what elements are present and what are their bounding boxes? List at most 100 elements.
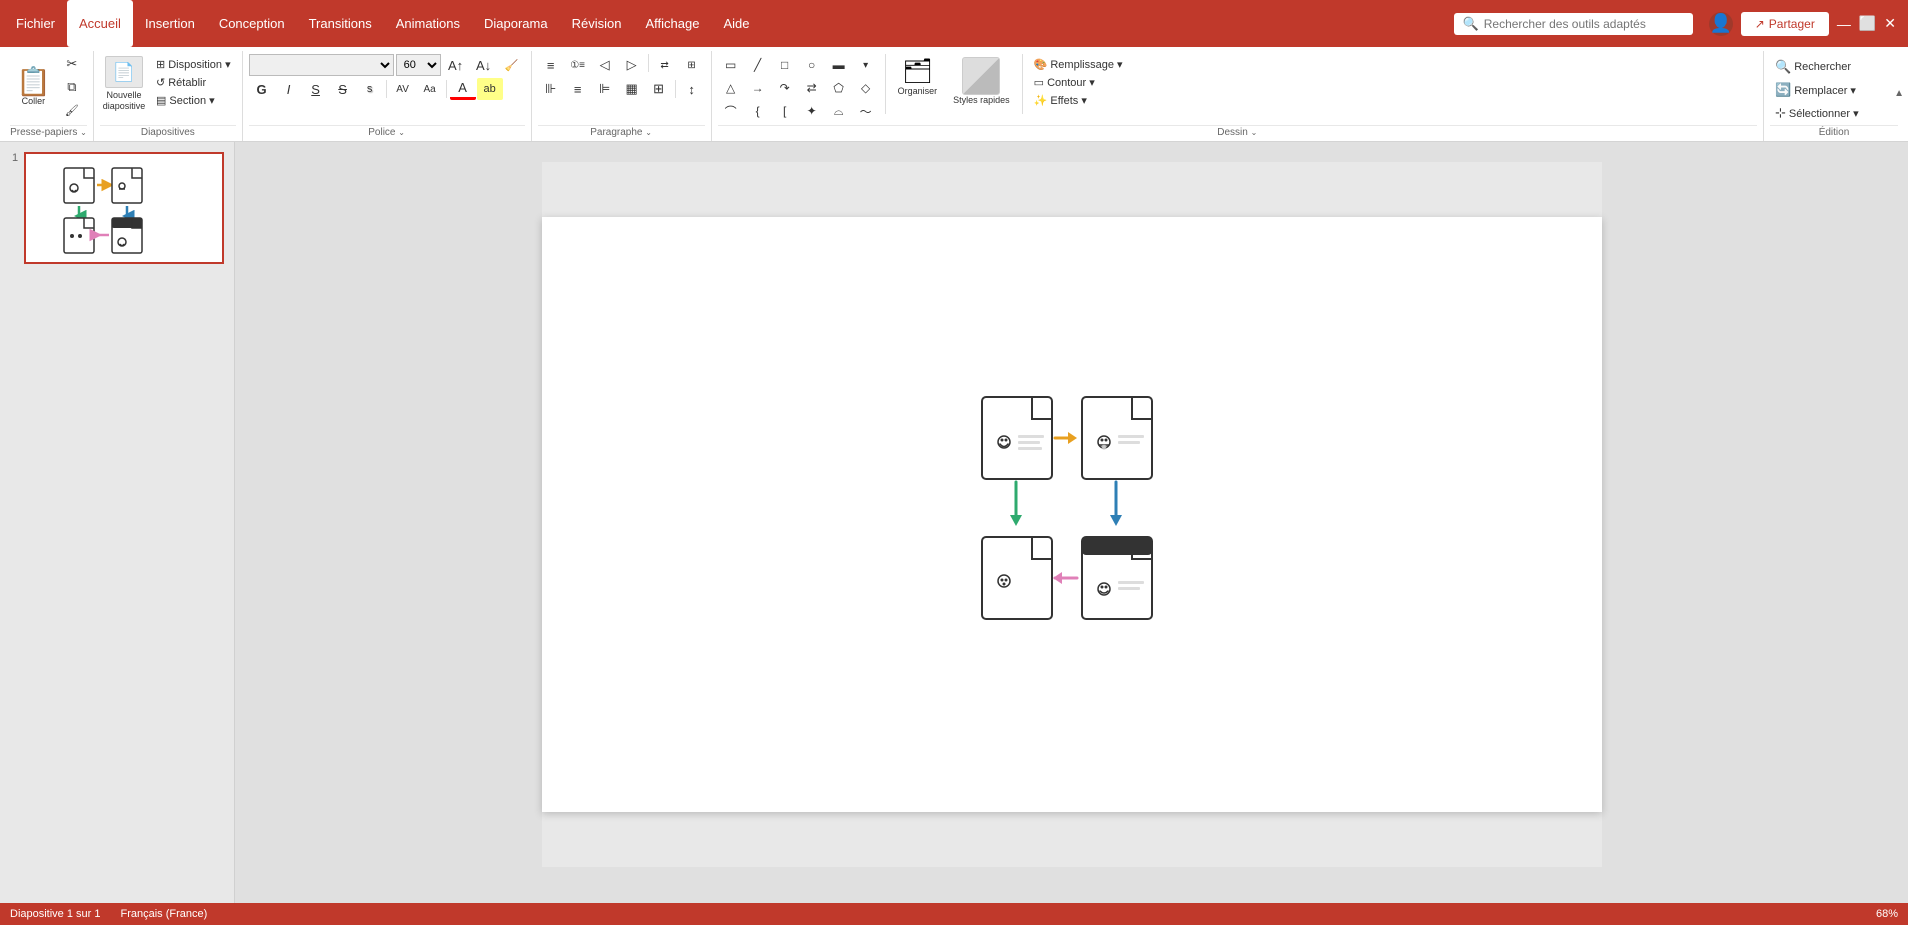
menu-affichage[interactable]: Affichage — [633, 0, 711, 47]
retablir-button[interactable]: ↺ Rétablir — [151, 74, 236, 91]
menu-transitions[interactable]: Transitions — [297, 0, 384, 47]
more-shapes-button[interactable]: ▾ — [853, 54, 879, 76]
bullet-list-button[interactable]: ≡ — [538, 54, 564, 76]
ellipse-button[interactable]: ○ — [799, 54, 825, 76]
smart-justify-button[interactable]: ⊞ — [646, 78, 672, 100]
contour-button[interactable]: ▭ Contour ▾ — [1029, 74, 1128, 91]
arrow-button[interactable]: → — [745, 77, 771, 99]
menu-insertion[interactable]: Insertion — [133, 0, 207, 47]
menu-diaporama[interactable]: Diaporama — [472, 0, 560, 47]
selectionner-button[interactable]: ⊹ Sélectionner ▾ — [1770, 103, 1898, 123]
share-icon: ↗ — [1755, 17, 1765, 31]
disposition-button[interactable]: ⊞ Disposition ▾ — [151, 56, 236, 73]
numbered-list-button[interactable]: ①≡ — [565, 54, 591, 76]
styles-rapides-button[interactable]: Styles rapides — [947, 54, 1016, 109]
coller-button[interactable]: 📋 Coller — [10, 65, 57, 109]
remplacer-button[interactable]: 🔄 Remplacer ▾ — [1770, 80, 1898, 100]
zoom-level: 68% — [1876, 908, 1898, 920]
slide-canvas[interactable] — [542, 217, 1602, 812]
align-right-button[interactable]: ⊫ — [592, 78, 618, 100]
menu-conception[interactable]: Conception — [207, 0, 297, 47]
dessin-expand[interactable]: ⌄ — [1251, 128, 1258, 137]
menu-revision[interactable]: Révision — [560, 0, 634, 47]
align-left-button[interactable]: ⊪ — [538, 78, 564, 100]
reproduire-button[interactable]: 🖌 — [59, 99, 85, 121]
menu-aide[interactable]: Aide — [711, 0, 761, 47]
triangle-button[interactable]: △ — [718, 77, 744, 99]
increase-font-button[interactable]: A↑ — [443, 54, 469, 76]
star-button[interactable]: ✦ — [799, 100, 825, 122]
double-arrow-button[interactable]: ⇄ — [799, 77, 825, 99]
shadow-button[interactable]: s — [357, 78, 383, 100]
shape6-button[interactable]: ◇ — [853, 77, 879, 99]
nouvelle-diapositive-label: Nouvellediapositive — [103, 90, 146, 112]
pentagon-button[interactable]: ⬠ — [826, 77, 852, 99]
wavy-button[interactable]: 〜 — [853, 100, 879, 122]
increase-indent-button[interactable]: ▷ — [619, 54, 645, 76]
line-button[interactable]: ╱ — [745, 54, 771, 76]
organiser-button[interactable]: 🗂 Organiser — [892, 54, 944, 99]
underline-button[interactable]: S — [303, 78, 329, 100]
direction-button[interactable]: ⇄ — [652, 54, 678, 76]
search-input[interactable] — [1484, 17, 1684, 31]
bold-button[interactable]: G — [249, 78, 275, 100]
font-size-select[interactable]: 60 — [396, 54, 441, 76]
edition-label: Édition — [1770, 125, 1898, 141]
rect2-button[interactable]: □ — [772, 54, 798, 76]
strikethrough-button[interactable]: S — [330, 78, 356, 100]
search-bar[interactable]: 🔍 — [1454, 13, 1693, 35]
effets-button[interactable]: ✨ Effets ▾ — [1029, 92, 1128, 109]
organiser-icon: 🗂 — [902, 57, 932, 86]
selectionner-icon: ⊹ — [1775, 105, 1786, 121]
remplissage-button[interactable]: 🎨 Remplissage ▾ — [1029, 56, 1128, 73]
decrease-font-button[interactable]: A↓ — [471, 54, 497, 76]
clear-format-button[interactable]: 🧹 — [499, 54, 525, 76]
minimize-icon[interactable]: — — [1837, 16, 1851, 32]
paragraphe-expand[interactable]: ⌄ — [645, 128, 652, 137]
coller-icon: 📋 — [16, 68, 51, 96]
text-color-button[interactable]: A — [450, 78, 476, 100]
menu-accueil[interactable]: Accueil — [67, 0, 133, 47]
font-name-select[interactable] — [249, 54, 394, 76]
bracket-button[interactable]: [ — [772, 100, 798, 122]
brace-button[interactable]: { — [745, 100, 771, 122]
rechercher-button[interactable]: 🔍 Rechercher — [1770, 57, 1898, 77]
share-label: Partager — [1769, 17, 1815, 31]
bent-arrow-button[interactable]: ↷ — [772, 77, 798, 99]
decrease-indent-button[interactable]: ◁ — [592, 54, 618, 76]
section-button[interactable]: ▤ Section ▾ — [151, 92, 236, 109]
presse-papiers-expand[interactable]: ⌄ — [80, 128, 87, 137]
columns-button[interactable]: ⊞ — [679, 54, 705, 76]
collapse-ribbon-button[interactable]: ▲ — [1894, 88, 1904, 99]
center-button[interactable]: ≡ — [565, 78, 591, 100]
dessin-label: Dessin ⌄ — [718, 125, 1757, 141]
couper-button[interactable]: ✂ — [59, 53, 85, 75]
spacing-button[interactable]: AV — [390, 78, 416, 100]
close-icon[interactable]: ✕ — [1884, 15, 1896, 32]
coller-label: Coller — [22, 96, 46, 106]
menu-animations[interactable]: Animations — [384, 0, 472, 47]
arc-button[interactable]: ⌓ — [826, 100, 852, 122]
retablir-icon: ↺ — [156, 76, 165, 89]
menu-fichier[interactable]: Fichier — [4, 0, 67, 47]
case-button[interactable]: Aa — [417, 78, 443, 100]
line-spacing-button[interactable]: ↕ — [679, 78, 705, 100]
main-area: 1 — [0, 142, 1908, 903]
copier-button[interactable]: ⧉ — [59, 76, 85, 98]
italic-button[interactable]: I — [276, 78, 302, 100]
nouvelle-diapositive-button[interactable]: 📄 Nouvellediapositive — [100, 54, 148, 114]
highlight-button[interactable]: ab — [477, 78, 503, 100]
smartart-diagram[interactable] — [972, 387, 1252, 697]
slide-thumbnail[interactable] — [24, 152, 224, 264]
canvas-area[interactable] — [235, 142, 1908, 903]
curve-button[interactable]: ⌒ — [718, 100, 744, 122]
slide-count: Diapositive 1 sur 1 — [10, 908, 101, 920]
maximize-icon[interactable]: ⬜ — [1859, 15, 1876, 32]
rect3-button[interactable]: ▬ — [826, 54, 852, 76]
share-button[interactable]: ↗ Partager — [1741, 12, 1829, 36]
rect-button[interactable]: ▭ — [718, 54, 744, 76]
justify-button[interactable]: ▦ — [619, 78, 645, 100]
slide-panel: 1 — [0, 142, 235, 903]
police-expand[interactable]: ⌄ — [398, 128, 405, 137]
ribbon: 📋 Coller ✂ ⧉ 🖌 Presse-papiers ⌄ 📄 Nouvel… — [0, 47, 1908, 142]
